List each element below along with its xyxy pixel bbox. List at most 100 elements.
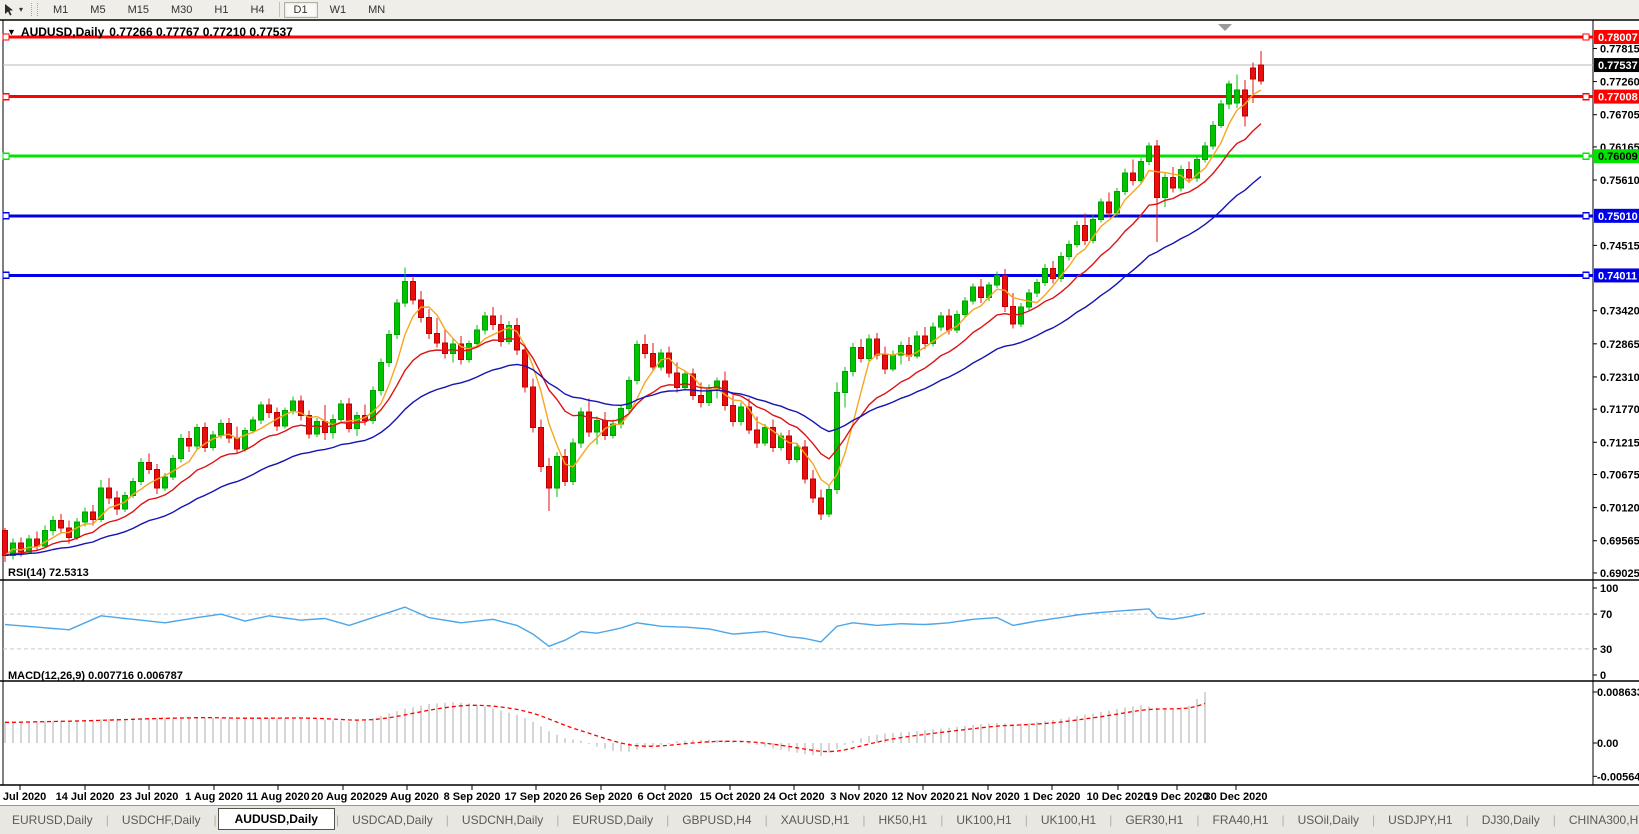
tab-separator: | [764,813,768,827]
svg-text:0.77537: 0.77537 [1598,60,1638,72]
svg-text:0.77815: 0.77815 [1600,43,1639,55]
svg-text:100: 100 [1600,583,1618,595]
svg-text:0.69565: 0.69565 [1600,536,1639,548]
tab-separator: | [1465,813,1469,827]
hline-handle [1582,271,1590,280]
svg-text:30: 30 [1600,644,1612,656]
tab-separator: | [666,813,670,827]
hline-handle [2,271,10,280]
tab-usoil-daily[interactable]: USOil,Daily [1286,810,1371,830]
date-label: 8 Sep 2020 [444,791,501,803]
tab-separator: | [1281,813,1285,827]
svg-text:0.72865: 0.72865 [1600,339,1639,351]
date-label: 1 Aug 2020 [185,791,243,803]
date-label: 6 Oct 2020 [637,791,692,803]
tab-usdcnh-daily[interactable]: USDCNH,Daily [450,810,555,830]
hline-handle [2,212,10,220]
timeframe-button-h1[interactable]: H1 [204,2,238,18]
svg-text:0.008633: 0.008633 [1597,687,1639,699]
cursor-tool-button[interactable]: ▾ [0,0,27,19]
tab-china300-h1[interactable]: CHINA300,H1 [1557,810,1639,830]
tab-fra40-h1[interactable]: FRA40,H1 [1200,810,1280,830]
moving-averages-layer [4,89,1262,557]
svg-text:0.76705: 0.76705 [1600,110,1639,122]
date-label: 4 Jul 2020 [0,791,46,803]
tab-xauusd-h1[interactable]: XAUUSD,H1 [769,810,862,830]
tab-gbpusd-h4[interactable]: GBPUSD,H4 [670,810,763,830]
timeframe-button-m5[interactable]: M5 [80,2,115,18]
macd-panel-layer: 0.008633 0.00 -0.005641 [4,687,1639,783]
svg-text:0.77008: 0.77008 [1598,92,1638,104]
tab-uk100-h1[interactable]: UK100,H1 [944,810,1023,830]
date-label: 19 Dec 2020 [1146,791,1209,803]
tab-usdchf-daily[interactable]: USDCHF,Daily [110,810,213,830]
tab-separator: | [213,813,217,827]
timeframe-button-w1[interactable]: W1 [320,2,357,18]
svg-text:0.76009: 0.76009 [1598,151,1638,163]
svg-text:0.00: 0.00 [1597,738,1618,750]
date-label: 21 Nov 2020 [956,791,1020,803]
ma-fast-line [4,89,1262,556]
tab-separator: | [1109,813,1113,827]
svg-text:-0.005641: -0.005641 [1597,771,1639,783]
toolbar-separator [278,2,280,17]
rsi-line [4,606,1206,647]
timeframe-button-m30[interactable]: M30 [161,2,202,18]
rsi-indicator-label: RSI(14) 72.5313 [8,567,89,579]
svg-text:0.73420: 0.73420 [1600,306,1639,318]
hline-handle [2,152,10,160]
tab-eurusd-daily[interactable]: EURUSD,Daily [560,810,665,830]
timeframe-button-h4[interactable]: H4 [240,2,274,18]
price-chart-canvas[interactable]: 0.778150.772600.767050.761650.756100.745… [0,19,1639,806]
horizontal-lines-layer[interactable] [2,33,1593,280]
tab-dj30-daily[interactable]: DJ30,Daily [1470,810,1552,830]
timeframe-button-mn[interactable]: MN [358,2,395,18]
tab-usdjpy-h1[interactable]: USDJPY,H1 [1376,810,1464,830]
svg-text:0.70675: 0.70675 [1600,470,1639,482]
svg-text:0.71215: 0.71215 [1600,437,1639,449]
tab-separator: | [1024,813,1028,827]
tab-separator: | [105,813,109,827]
svg-text:0.75610: 0.75610 [1600,175,1639,187]
date-label: 3 Nov 2020 [830,791,887,803]
tab-hk50-h1[interactable]: HK50,H1 [867,810,940,830]
tab-audusd-daily[interactable]: AUDUSD,Daily [217,808,335,830]
date-label: 12 Nov 2020 [891,791,955,803]
chart-title: ▼ AUDUSD,Daily 0.77266 0.77767 0.77210 0… [7,25,293,39]
svg-text:0.75010: 0.75010 [1598,211,1638,223]
tab-separator: | [556,813,560,827]
toolbar-grip[interactable] [31,3,39,16]
date-label: 23 Jul 2020 [120,791,179,803]
scroll-to-latest-icon [1218,24,1232,31]
price-axis-layer: 0.778150.772600.767050.761650.756100.745… [1593,30,1639,580]
hline-handle [1582,33,1590,41]
svg-text:0: 0 [1600,670,1606,682]
svg-text:0.74515: 0.74515 [1600,240,1639,252]
timeframe-button-m1[interactable]: M1 [43,2,78,18]
date-label: 1 Dec 2020 [1024,791,1081,803]
svg-text:0.70120: 0.70120 [1600,503,1639,515]
chart-window[interactable]: ▼ AUDUSD,Daily 0.77266 0.77767 0.77210 0… [0,19,1639,806]
chevron-down-icon: ▾ [19,5,24,14]
svg-text:0.78007: 0.78007 [1598,32,1638,44]
chart-tab-bar: EURUSD,Daily | USDCHF,Daily | AUDUSD,Daily | U… [0,805,1639,834]
date-label: 11 Aug 2020 [246,791,309,803]
rsi-panel-layer: 100 70 30 0 [3,583,1618,682]
date-label: 26 Sep 2020 [570,791,633,803]
tab-eurusd-daily[interactable]: EURUSD,Daily [0,810,105,830]
date-label: 29 Aug 2020 [375,791,439,803]
date-label: 17 Sep 2020 [505,791,568,803]
date-label: 20 Aug 2020 [311,791,375,803]
tab-usdcad-daily[interactable]: USDCAD,Daily [340,810,445,830]
timeframe-button-d1[interactable]: D1 [283,1,318,18]
ohlc-readout: 0.77266 0.77767 0.77210 0.77537 [109,25,293,39]
cursor-icon [5,3,13,15]
macd-indicator-label: MACD(12,26,9) 0.007716 0.006787 [8,670,183,682]
symbol-dropdown-icon[interactable]: ▼ [7,27,16,37]
tab-separator: | [445,813,449,827]
tab-ger30-h1[interactable]: GER30,H1 [1113,810,1195,830]
svg-text:0.69025: 0.69025 [1600,568,1639,580]
date-axis-layer: 4 Jul 2020 14 Jul 2020 23 Jul 2020 1 Aug 20… [0,785,1268,803]
timeframe-button-m15[interactable]: M15 [118,2,159,18]
tab-uk100-h1[interactable]: UK100,H1 [1029,810,1108,830]
